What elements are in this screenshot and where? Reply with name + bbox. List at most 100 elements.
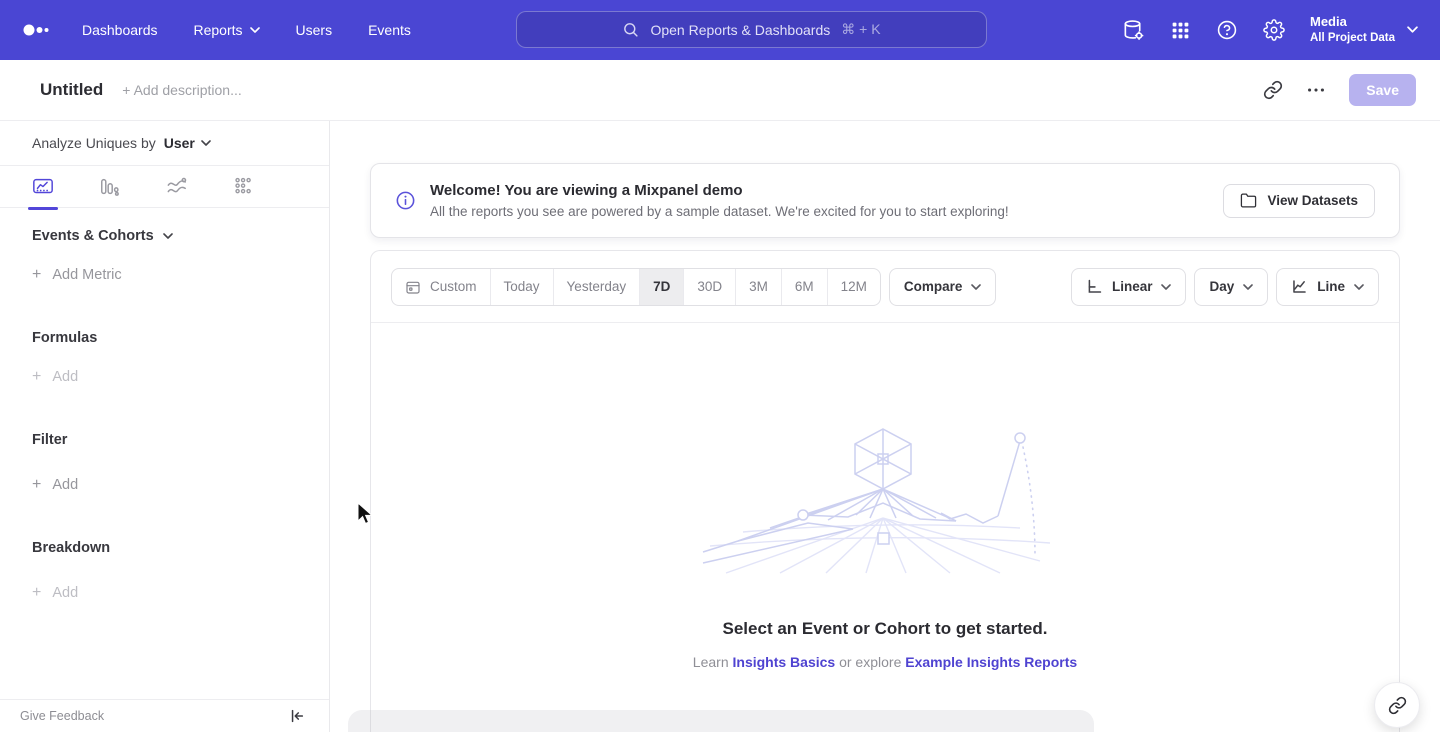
report-toolbar: Custom Today Yesterday 7D 30D 3M 6M 12M … <box>371 251 1399 323</box>
events-cohorts-section[interactable]: Events & Cohorts <box>32 228 297 244</box>
line-chart-icon <box>1291 278 1308 295</box>
nav-users[interactable]: Users <box>296 22 333 38</box>
more-options-button[interactable] <box>1305 79 1327 101</box>
query-builder-sidebar: Analyze Uniques by User <box>0 121 330 732</box>
calendar-icon <box>405 279 421 295</box>
view-datasets-button[interactable]: View Datasets <box>1223 184 1375 218</box>
interval-dropdown[interactable]: Day <box>1194 268 1268 306</box>
nav-reports[interactable]: Reports <box>194 22 260 38</box>
search-icon <box>622 21 639 38</box>
chevron-down-icon <box>201 140 211 146</box>
report-title[interactable]: Untitled <box>40 80 103 100</box>
scale-dropdown[interactable]: Linear <box>1071 268 1187 306</box>
line-chart-icon <box>32 176 54 198</box>
report-header: Untitled + Add description... Save <box>0 60 1440 121</box>
mixpanel-logo-icon <box>22 22 50 38</box>
report-header-actions: Save <box>1263 74 1416 106</box>
ellipsis-icon <box>1305 79 1327 101</box>
search-shortcut: ⌘ + K <box>841 21 880 38</box>
add-filter-button[interactable]: + Add <box>32 476 297 494</box>
bar-chart-icon <box>99 176 121 198</box>
bottom-sheet[interactable] <box>348 710 1094 732</box>
info-icon <box>395 190 416 211</box>
grid-icon <box>1170 20 1191 41</box>
range-30d[interactable]: 30D <box>683 269 735 305</box>
filter-section-label: Filter <box>32 432 297 448</box>
main-content: Welcome! You are viewing a Mixpanel demo… <box>331 121 1440 732</box>
add-formula-button[interactable]: + Add <box>32 368 297 386</box>
folder-icon <box>1240 192 1257 209</box>
range-6m[interactable]: 6M <box>781 269 827 305</box>
plus-icon: + <box>32 368 41 386</box>
banner-title: Welcome! You are viewing a Mixpanel demo <box>430 182 1009 199</box>
plus-icon: + <box>32 266 41 284</box>
sidebar-footer: Give Feedback <box>0 699 329 732</box>
axis-icon <box>1086 278 1103 295</box>
collapse-left-icon <box>289 708 305 724</box>
visualization-tabs <box>0 166 329 208</box>
flow-icon <box>166 176 188 198</box>
give-feedback-link[interactable]: Give Feedback <box>20 709 104 723</box>
range-7d[interactable]: 7D <box>639 269 683 305</box>
empty-state-illustration <box>698 423 1073 575</box>
range-12m[interactable]: 12M <box>827 269 880 305</box>
demo-banner: Welcome! You are viewing a Mixpanel demo… <box>370 163 1400 238</box>
formulas-section-label: Formulas <box>32 330 297 346</box>
chevron-down-icon <box>250 27 260 33</box>
analyze-prefix: Analyze Uniques by <box>32 135 156 151</box>
plus-icon: + <box>32 584 41 602</box>
analyze-row: Analyze Uniques by User <box>0 121 329 166</box>
add-metric-button[interactable]: + Add Metric <box>32 266 297 284</box>
compare-button[interactable]: Compare <box>889 268 997 306</box>
analyze-value-dropdown[interactable]: User <box>164 135 211 151</box>
insights-basics-link[interactable]: Insights Basics <box>733 654 836 670</box>
gear-icon <box>1263 19 1285 41</box>
range-yesterday[interactable]: Yesterday <box>553 269 640 305</box>
card-left-edge <box>370 710 371 732</box>
tab-scatter-chart[interactable] <box>233 166 255 208</box>
breakdown-section-label: Breakdown <box>32 540 297 556</box>
report-description-placeholder[interactable]: + Add description... <box>122 82 241 98</box>
apps-grid-button[interactable] <box>1170 20 1191 41</box>
database-icon <box>1122 19 1145 42</box>
settings-button[interactable] <box>1263 19 1285 41</box>
top-nav: Dashboards Reports Users Events Open Rep… <box>0 0 1440 60</box>
project-scope: All Project Data <box>1310 31 1395 46</box>
add-breakdown-button[interactable]: + Add <box>32 584 297 602</box>
link-icon <box>1263 80 1283 100</box>
tab-bar-chart[interactable] <box>99 166 121 208</box>
chevron-down-icon <box>1243 284 1253 290</box>
example-reports-link[interactable]: Example Insights Reports <box>905 654 1077 670</box>
link-icon <box>1388 696 1407 715</box>
nav-events[interactable]: Events <box>368 22 411 38</box>
save-button[interactable]: Save <box>1349 74 1416 106</box>
chart-type-dropdown[interactable]: Line <box>1276 268 1379 306</box>
date-range-control: Custom Today Yesterday 7D 30D 3M 6M 12M <box>391 268 881 306</box>
project-name: Media <box>1310 14 1395 31</box>
tab-flow-chart[interactable] <box>166 166 188 208</box>
tab-line-chart[interactable] <box>32 166 54 208</box>
range-3m[interactable]: 3M <box>735 269 781 305</box>
data-management-button[interactable] <box>1122 19 1145 42</box>
chevron-down-icon <box>163 233 173 239</box>
project-switcher[interactable]: Media All Project Data <box>1310 14 1418 46</box>
collapse-sidebar-button[interactable] <box>289 708 305 724</box>
top-nav-right: Media All Project Data <box>1122 0 1418 60</box>
copy-link-button[interactable] <box>1263 80 1283 100</box>
mixpanel-logo[interactable] <box>22 22 50 38</box>
help-button[interactable] <box>1216 19 1238 41</box>
chevron-down-icon <box>971 284 981 290</box>
help-icon <box>1216 19 1238 41</box>
nav-dashboards[interactable]: Dashboards <box>82 22 158 38</box>
empty-state-title: Select an Event or Cohort to get started… <box>723 619 1048 639</box>
global-search-input[interactable]: Open Reports & Dashboards ⌘ + K <box>516 11 987 48</box>
banner-subtitle: All the reports you see are powered by a… <box>430 204 1009 219</box>
chevron-down-icon <box>1161 284 1171 290</box>
plus-icon: + <box>32 476 41 494</box>
mixpanel-insights-screen: Dashboards Reports Users Events Open Rep… <box>0 0 1440 732</box>
chart-controls: Linear Day <box>1071 268 1379 306</box>
share-link-fab[interactable] <box>1374 682 1420 728</box>
sidebar-sections: Events & Cohorts + Add Metric Formulas +… <box>0 228 329 602</box>
range-today[interactable]: Today <box>490 269 553 305</box>
range-custom[interactable]: Custom <box>392 269 490 305</box>
